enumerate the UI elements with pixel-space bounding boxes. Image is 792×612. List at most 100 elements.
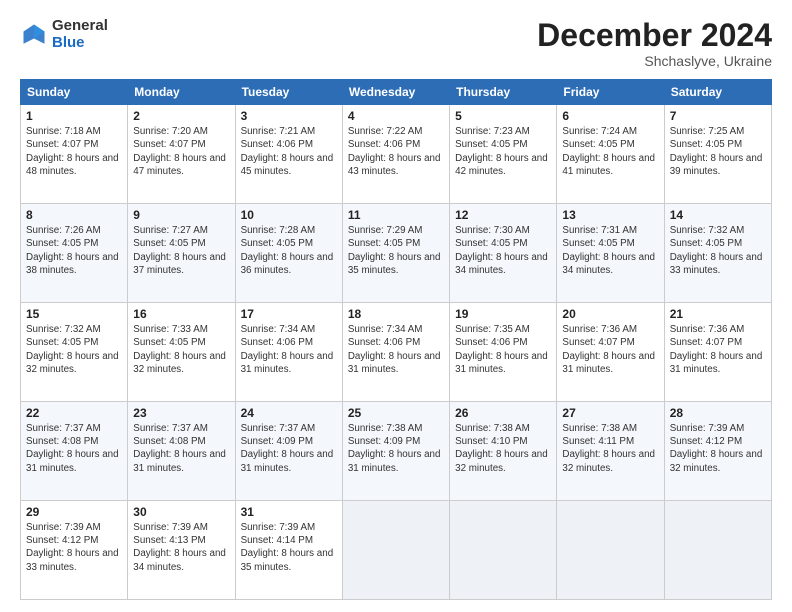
calendar-cell: [450, 501, 557, 600]
day-number: 5: [455, 109, 551, 123]
calendar-cell: 18 Sunrise: 7:34 AMSunset: 4:06 PMDayligh…: [342, 303, 449, 402]
day-number: 17: [241, 307, 337, 321]
day-number: 23: [133, 406, 229, 420]
calendar-cell: 24 Sunrise: 7:37 AMSunset: 4:09 PMDayligh…: [235, 402, 342, 501]
calendar-cell: 14Sunrise: 7:32 AMSunset: 4:05 PMDayligh…: [664, 204, 771, 303]
weekday-header: Tuesday: [235, 80, 342, 105]
day-number: 26: [455, 406, 551, 420]
calendar-cell: 31 Sunrise: 7:39 AMSunset: 4:14 PMDayligh…: [235, 501, 342, 600]
calendar-table: SundayMondayTuesdayWednesdayThursdayFrid…: [20, 79, 772, 600]
calendar-cell: [557, 501, 664, 600]
week-row: 1Sunrise: 7:18 AMSunset: 4:07 PMDaylight…: [21, 105, 772, 204]
day-info: Sunrise: 7:35 AMSunset: 4:06 PMDaylight:…: [455, 323, 551, 376]
day-number: 30: [133, 505, 229, 519]
day-number: 31: [241, 505, 337, 519]
day-info: Sunrise: 7:29 AMSunset: 4:05 PMDaylight:…: [348, 224, 444, 277]
day-number: 8: [26, 208, 122, 222]
calendar-cell: 20 Sunrise: 7:36 AMSunset: 4:07 PMDayligh…: [557, 303, 664, 402]
calendar-cell: 1Sunrise: 7:18 AMSunset: 4:07 PMDaylight…: [21, 105, 128, 204]
header: General Blue December 2024 Shchaslyve, U…: [20, 18, 772, 69]
calendar-cell: [342, 501, 449, 600]
day-info: Sunrise: 7:22 AMSunset: 4:06 PMDaylight:…: [348, 125, 444, 178]
day-info: Sunrise: 7:34 AMSunset: 4:06 PMDaylight:…: [241, 323, 337, 376]
calendar-cell: 23 Sunrise: 7:37 AMSunset: 4:08 PMDayligh…: [128, 402, 235, 501]
day-info: Sunrise: 7:24 AMSunset: 4:05 PMDaylight:…: [562, 125, 658, 178]
day-info: Sunrise: 7:39 AMSunset: 4:12 PMDaylight:…: [26, 521, 122, 574]
calendar-cell: 25Sunrise: 7:38 AMSunset: 4:09 PMDayligh…: [342, 402, 449, 501]
day-number: 2: [133, 109, 229, 123]
logo: General Blue: [20, 18, 108, 51]
title-block: December 2024 Shchaslyve, Ukraine: [537, 18, 772, 69]
day-info: Sunrise: 7:32 AMSunset: 4:05 PMDaylight:…: [26, 323, 122, 376]
day-info: Sunrise: 7:34 AMSunset: 4:06 PMDaylight:…: [348, 323, 444, 376]
day-number: 10: [241, 208, 337, 222]
week-row: 22 Sunrise: 7:37 AMSunset: 4:08 PMDayligh…: [21, 402, 772, 501]
logo-general: General: [52, 17, 108, 34]
calendar-cell: 6 Sunrise: 7:24 AMSunset: 4:05 PMDaylight…: [557, 105, 664, 204]
day-info: Sunrise: 7:37 AMSunset: 4:08 PMDaylight:…: [26, 422, 122, 475]
day-number: 22: [26, 406, 122, 420]
day-info: Sunrise: 7:23 AMSunset: 4:05 PMDaylight:…: [455, 125, 551, 178]
calendar-cell: 8 Sunrise: 7:26 AMSunset: 4:05 PMDaylight…: [21, 204, 128, 303]
calendar-cell: 30 Sunrise: 7:39 AMSunset: 4:13 PMDayligh…: [128, 501, 235, 600]
calendar-cell: 2 Sunrise: 7:20 AMSunset: 4:07 PMDaylight…: [128, 105, 235, 204]
day-number: 20: [562, 307, 658, 321]
day-info: Sunrise: 7:38 AMSunset: 4:09 PMDaylight:…: [348, 422, 444, 475]
day-info: Sunrise: 7:28 AMSunset: 4:05 PMDaylight:…: [241, 224, 337, 277]
calendar-cell: 22 Sunrise: 7:37 AMSunset: 4:08 PMDayligh…: [21, 402, 128, 501]
day-info: Sunrise: 7:32 AMSunset: 4:05 PMDaylight:…: [670, 224, 766, 277]
day-number: 6: [562, 109, 658, 123]
day-number: 7: [670, 109, 766, 123]
logo-icon: [20, 21, 48, 49]
month-title: December 2024: [537, 18, 772, 53]
day-info: Sunrise: 7:25 AMSunset: 4:05 PMDaylight:…: [670, 125, 766, 178]
calendar-cell: 11Sunrise: 7:29 AMSunset: 4:05 PMDayligh…: [342, 204, 449, 303]
day-info: Sunrise: 7:37 AMSunset: 4:08 PMDaylight:…: [133, 422, 229, 475]
day-number: 19: [455, 307, 551, 321]
calendar-cell: 29 Sunrise: 7:39 AMSunset: 4:12 PMDayligh…: [21, 501, 128, 600]
day-info: Sunrise: 7:21 AMSunset: 4:06 PMDaylight:…: [241, 125, 337, 178]
day-info: Sunrise: 7:38 AMSunset: 4:10 PMDaylight:…: [455, 422, 551, 475]
day-info: Sunrise: 7:27 AMSunset: 4:05 PMDaylight:…: [133, 224, 229, 277]
day-number: 24: [241, 406, 337, 420]
calendar-cell: 16Sunrise: 7:33 AMSunset: 4:05 PMDayligh…: [128, 303, 235, 402]
day-info: Sunrise: 7:20 AMSunset: 4:07 PMDaylight:…: [133, 125, 229, 178]
day-info: Sunrise: 7:36 AMSunset: 4:07 PMDaylight:…: [670, 323, 766, 376]
weekday-header: Wednesday: [342, 80, 449, 105]
week-row: 29 Sunrise: 7:39 AMSunset: 4:12 PMDayligh…: [21, 501, 772, 600]
day-number: 12: [455, 208, 551, 222]
location-subtitle: Shchaslyve, Ukraine: [537, 53, 772, 69]
calendar-body: 1Sunrise: 7:18 AMSunset: 4:07 PMDaylight…: [21, 105, 772, 600]
day-number: 29: [26, 505, 122, 519]
day-number: 4: [348, 109, 444, 123]
calendar-cell: 17 Sunrise: 7:34 AMSunset: 4:06 PMDayligh…: [235, 303, 342, 402]
calendar-cell: 21 Sunrise: 7:36 AMSunset: 4:07 PMDayligh…: [664, 303, 771, 402]
calendar-cell: 9 Sunrise: 7:27 AMSunset: 4:05 PMDaylight…: [128, 204, 235, 303]
day-number: 21: [670, 307, 766, 321]
logo-text: General Blue: [52, 18, 108, 51]
calendar-cell: 10 Sunrise: 7:28 AMSunset: 4:05 PMDayligh…: [235, 204, 342, 303]
weekday-header: Monday: [128, 80, 235, 105]
calendar-cell: 5 Sunrise: 7:23 AMSunset: 4:05 PMDaylight…: [450, 105, 557, 204]
day-info: Sunrise: 7:26 AMSunset: 4:05 PMDaylight:…: [26, 224, 122, 277]
week-row: 15Sunrise: 7:32 AMSunset: 4:05 PMDayligh…: [21, 303, 772, 402]
day-info: Sunrise: 7:37 AMSunset: 4:09 PMDaylight:…: [241, 422, 337, 475]
day-number: 9: [133, 208, 229, 222]
day-number: 13: [562, 208, 658, 222]
day-info: Sunrise: 7:38 AMSunset: 4:11 PMDaylight:…: [562, 422, 658, 475]
day-number: 27: [562, 406, 658, 420]
day-number: 3: [241, 109, 337, 123]
day-info: Sunrise: 7:39 AMSunset: 4:13 PMDaylight:…: [133, 521, 229, 574]
day-number: 18: [348, 307, 444, 321]
calendar-cell: 4 Sunrise: 7:22 AMSunset: 4:06 PMDaylight…: [342, 105, 449, 204]
day-info: Sunrise: 7:39 AMSunset: 4:14 PMDaylight:…: [241, 521, 337, 574]
day-info: Sunrise: 7:31 AMSunset: 4:05 PMDaylight:…: [562, 224, 658, 277]
day-number: 16: [133, 307, 229, 321]
calendar-header: SundayMondayTuesdayWednesdayThursdayFrid…: [21, 80, 772, 105]
calendar-cell: 28Sunrise: 7:39 AMSunset: 4:12 PMDayligh…: [664, 402, 771, 501]
weekday-header: Friday: [557, 80, 664, 105]
calendar-cell: 15Sunrise: 7:32 AMSunset: 4:05 PMDayligh…: [21, 303, 128, 402]
day-info: Sunrise: 7:30 AMSunset: 4:05 PMDaylight:…: [455, 224, 551, 277]
day-info: Sunrise: 7:36 AMSunset: 4:07 PMDaylight:…: [562, 323, 658, 376]
page: General Blue December 2024 Shchaslyve, U…: [0, 0, 792, 612]
